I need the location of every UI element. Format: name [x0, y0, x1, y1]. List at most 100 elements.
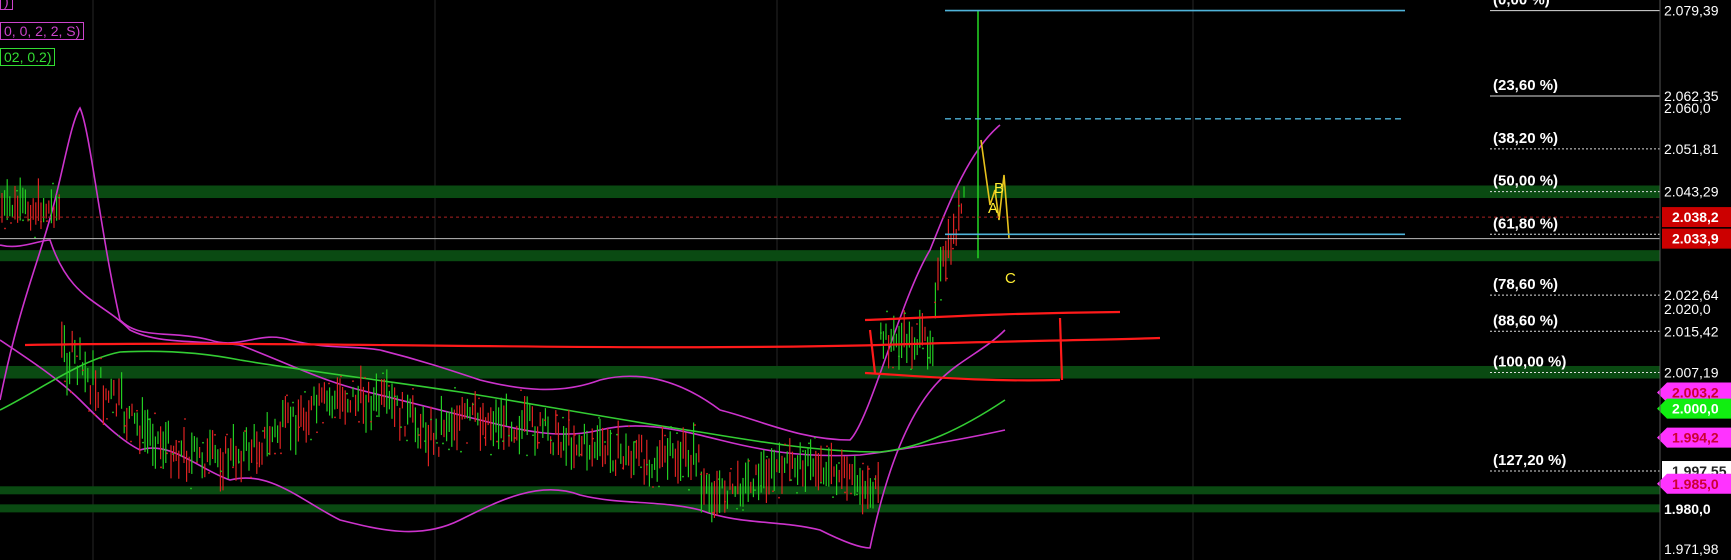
sar-dot — [4, 227, 6, 230]
sar-dot — [694, 424, 696, 426]
sar-dot — [550, 439, 552, 442]
sar-dot — [382, 372, 384, 375]
sar-dot — [772, 490, 774, 493]
sar-dot — [256, 462, 258, 465]
sar-dot — [322, 421, 324, 424]
price-tag-label: 1.994,2 — [1672, 430, 1719, 446]
sar-dot — [244, 430, 246, 432]
sar-dot — [598, 416, 600, 419]
sar-dot — [418, 434, 420, 436]
sar-dot — [520, 389, 522, 392]
price-zone — [0, 486, 1660, 495]
sar-dot — [376, 415, 378, 418]
sar-dot — [286, 394, 288, 397]
sar-dot — [232, 466, 234, 469]
price-tag-label: 2.000,0 — [1672, 401, 1719, 417]
sar-dot — [334, 416, 336, 419]
sar-dot — [814, 436, 816, 439]
sar-dot — [268, 452, 270, 455]
fib-level-label: (38,20 %) — [1493, 130, 1558, 147]
sar-dot — [910, 368, 912, 371]
sar-dot — [100, 357, 102, 360]
sar-dot — [748, 459, 750, 462]
sar-dot — [130, 440, 132, 443]
sar-dot — [184, 418, 186, 420]
price-tag-label: 2.003,2 — [1672, 385, 1719, 401]
sar-dot — [154, 412, 156, 415]
sar-dot — [934, 301, 936, 304]
fib-level-label: (23,60 %) — [1493, 77, 1558, 94]
sar-dot — [280, 452, 282, 455]
sar-dot — [760, 485, 762, 487]
sar-dot — [922, 347, 924, 350]
price-axis-label: 1.971,98 — [1664, 541, 1719, 557]
sar-dot — [292, 401, 294, 404]
sar-dot — [64, 380, 66, 383]
sar-dot — [490, 453, 492, 456]
sar-dot — [628, 425, 630, 428]
sar-dot — [22, 219, 24, 222]
sar-dot — [436, 441, 438, 444]
sar-dot — [370, 420, 372, 423]
sar-dot — [820, 481, 822, 484]
sar-dot — [364, 376, 366, 379]
price-axis-label: 2.079,39 — [1664, 3, 1719, 19]
sar-dot — [142, 441, 144, 444]
sar-dot — [28, 218, 30, 221]
sar-dot — [754, 489, 756, 492]
sar-dot — [40, 220, 42, 223]
sar-dot — [958, 204, 960, 207]
sar-dot — [220, 470, 222, 473]
sar-dot — [448, 448, 450, 451]
sar-dot — [238, 461, 240, 463]
sar-dot — [592, 437, 594, 440]
price-axis-label: 2.060,0 — [1664, 100, 1711, 116]
sar-dot — [886, 310, 888, 313]
sar-dot — [688, 488, 690, 491]
sar-dot — [514, 437, 516, 439]
sar-dot — [646, 463, 648, 466]
sar-dot — [856, 493, 858, 496]
sar-dot — [202, 441, 204, 444]
sar-dot — [802, 450, 804, 453]
price-zone — [0, 504, 1660, 513]
sar-dot — [670, 426, 672, 428]
price-chart[interactable]: ABC(0,00 %)2.079,39(23,60 %)2.062,35(38,… — [0, 0, 1731, 560]
sar-dot — [454, 386, 456, 389]
price-tag-label: 1.985,0 — [1672, 476, 1719, 492]
price-zone — [0, 365, 1660, 379]
sar-dot — [700, 473, 702, 476]
envelope-band — [0, 106, 1001, 441]
price-axis-label: 2.043,29 — [1664, 184, 1719, 200]
sar-dot — [274, 452, 276, 455]
price-tag-label: 2.033,9 — [1672, 231, 1719, 247]
sar-dot — [874, 478, 876, 480]
sar-dot — [736, 507, 738, 510]
sar-dot — [310, 438, 312, 441]
sar-dot — [562, 416, 564, 419]
sar-dot — [784, 443, 786, 446]
sar-dot — [172, 453, 174, 455]
sar-dot — [82, 369, 84, 372]
sar-dot — [880, 332, 882, 334]
sar-dot — [586, 430, 588, 433]
sar-dot — [766, 455, 768, 458]
sar-dot — [604, 441, 606, 443]
sar-dot — [136, 409, 138, 412]
sar-dot — [46, 220, 48, 222]
sar-dot — [424, 440, 426, 443]
sar-dot — [250, 476, 252, 479]
price-axis-label: 2.015,42 — [1664, 323, 1719, 339]
sar-dot — [706, 472, 708, 475]
sar-dot — [442, 442, 444, 445]
sar-dot — [76, 355, 78, 358]
sar-dot — [178, 440, 180, 443]
sar-dot — [226, 433, 228, 436]
sar-dot — [262, 430, 264, 432]
fib-level-label: (100,00 %) — [1493, 354, 1566, 371]
sar-dot — [724, 500, 726, 503]
sar-dot — [394, 395, 396, 398]
sar-dot — [790, 479, 792, 481]
sar-dot — [868, 468, 870, 470]
sar-dot — [952, 247, 954, 250]
